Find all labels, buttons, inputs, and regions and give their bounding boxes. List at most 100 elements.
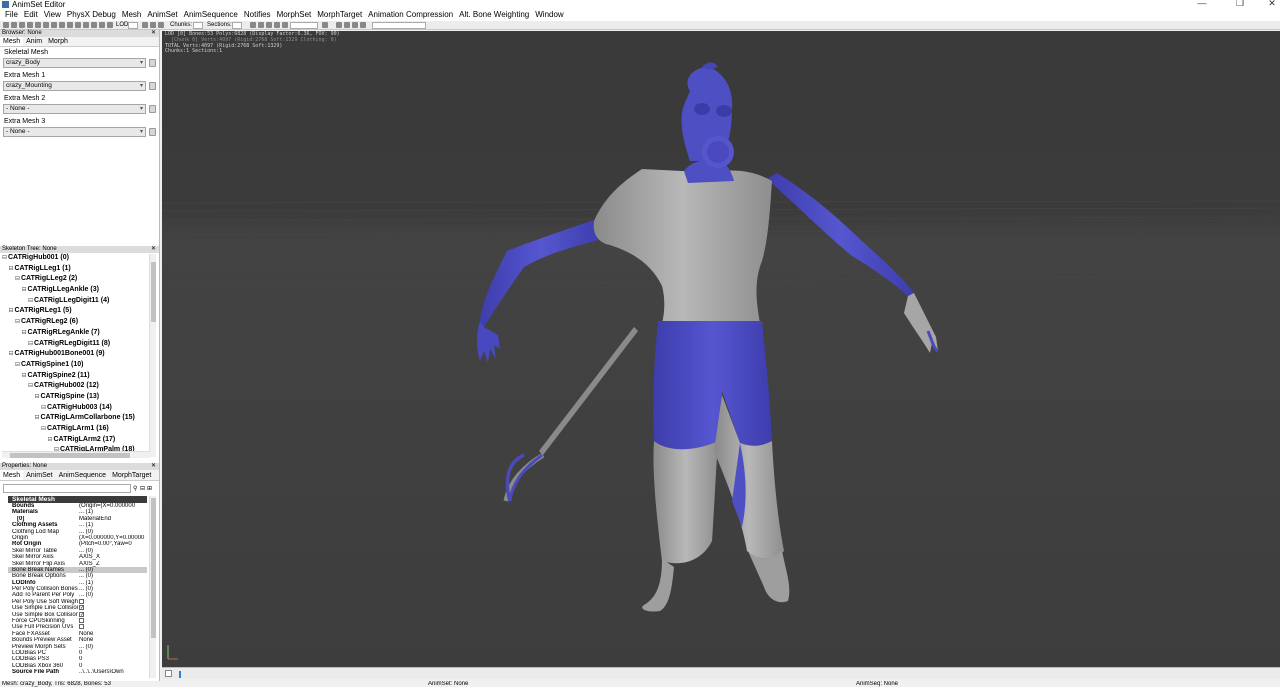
- bone-tree-item[interactable]: ⊟CATRigHub001 (0): [0, 253, 150, 264]
- bone-tree-item[interactable]: ⊟CATRigHub003 (14): [0, 403, 150, 414]
- menu-edit[interactable]: Edit: [21, 9, 41, 21]
- bone-tree-item[interactable]: ⊟CATRigRLeg2 (6): [0, 317, 150, 328]
- rate-icon[interactable]: [266, 22, 272, 28]
- bone-tree-item[interactable]: ⊟CATRigSpine (13): [0, 392, 150, 403]
- maximize-button[interactable]: ❐: [1234, 0, 1246, 8]
- camera-icon[interactable]: [274, 22, 280, 28]
- mesh-select[interactable]: - None - ▾: [3, 127, 146, 137]
- bone-tree-item[interactable]: ⊟CATRigRLeg1 (5): [0, 306, 150, 317]
- physics-icon[interactable]: [344, 22, 350, 28]
- bone-tree-item[interactable]: ⊟CATRigLLegAnkle (3): [0, 285, 150, 296]
- skeleton-hscrollbar[interactable]: [2, 451, 150, 458]
- bone-tree-item[interactable]: ⊟CATRigRLegDigit11 (8): [0, 339, 150, 350]
- menu-alt-bone-weighting[interactable]: Alt. Bone Weighting: [456, 9, 532, 21]
- menu-mesh[interactable]: Mesh: [119, 9, 145, 21]
- bone-tree-item[interactable]: ⊟CATRigLLeg2 (2): [0, 274, 150, 285]
- chevron-down-icon[interactable]: ▾: [140, 128, 143, 136]
- wind-icon[interactable]: [322, 22, 328, 28]
- use-selected-button[interactable]: [149, 105, 156, 113]
- property-checkbox[interactable]: [79, 618, 84, 624]
- 3d-viewport[interactable]: LOD [0] Bones:53 Polys:6828 (Display Fac…: [162, 31, 1280, 667]
- property-row[interactable]: Source File Path ..\..\..\Users\Own: [8, 669, 147, 675]
- ragdoll-icon[interactable]: [352, 22, 358, 28]
- mesh-select[interactable]: - None - ▾: [3, 104, 146, 114]
- wireframe-icon[interactable]: [43, 22, 49, 28]
- properties-scrollbar[interactable]: [149, 496, 156, 678]
- tangents-icon[interactable]: [59, 22, 65, 28]
- menu-view[interactable]: View: [41, 9, 64, 21]
- bone-tree-item[interactable]: ⊟CATRigSpine2 (11): [0, 371, 150, 382]
- use-selected-button[interactable]: [149, 82, 156, 90]
- sockets-icon[interactable]: [67, 22, 73, 28]
- bone-tree-item[interactable]: ⊟CATRigRLegAnkle (7): [0, 328, 150, 339]
- hscrollbar-thumb[interactable]: [10, 453, 130, 458]
- link-icon[interactable]: [336, 22, 342, 28]
- menu-window[interactable]: Window: [532, 9, 566, 21]
- speed-icon[interactable]: [158, 22, 164, 28]
- property-checkbox[interactable]: ✓: [79, 611, 84, 617]
- morph-icon[interactable]: [99, 22, 105, 28]
- close-icon[interactable]: ✕: [151, 463, 156, 470]
- menu-file[interactable]: File: [2, 9, 21, 21]
- bone-tree-item[interactable]: ⊟CATRigHub001Bone001 (9): [0, 349, 150, 360]
- tab-animsequence[interactable]: AnimSequence: [56, 470, 109, 480]
- chunks-select[interactable]: [193, 22, 203, 29]
- bounds-icon[interactable]: [75, 22, 81, 28]
- close-button[interactable]: ✕: [1266, 0, 1278, 8]
- bone-tree-item[interactable]: ⊟CATRigSpine1 (10): [0, 360, 150, 371]
- property-checkbox[interactable]: [79, 624, 84, 630]
- tab-mesh[interactable]: Mesh: [0, 470, 24, 480]
- properties-search-input[interactable]: [3, 484, 131, 493]
- open-icon[interactable]: [3, 22, 9, 28]
- redo-icon[interactable]: [27, 22, 33, 28]
- sections-select[interactable]: [232, 22, 242, 29]
- chevron-down-icon[interactable]: ▾: [140, 82, 143, 90]
- close-icon[interactable]: ✕: [151, 30, 156, 37]
- menu-morphset[interactable]: MorphSet: [274, 9, 315, 21]
- mesh-select[interactable]: crazy_Body ▾: [3, 58, 146, 68]
- timeline-loop-icon[interactable]: [175, 670, 185, 678]
- bone-tree-item[interactable]: ⊟CATRigLLegDigit11 (4): [0, 296, 150, 307]
- use-selected-button[interactable]: [149, 59, 156, 67]
- skeleton-scrollbar[interactable]: [149, 254, 156, 457]
- menu-morphtarget[interactable]: MorphTarget: [314, 9, 365, 21]
- collapse-all-icon[interactable]: ⊟: [140, 485, 147, 492]
- close-icon[interactable]: ✕: [151, 246, 156, 253]
- reset-icon[interactable]: [360, 22, 366, 28]
- mesh-select[interactable]: crazy_Mounting ▾: [3, 81, 146, 91]
- search-icon[interactable]: ⚲: [133, 485, 140, 492]
- property-checkbox[interactable]: [79, 598, 84, 604]
- minimize-button[interactable]: —: [1196, 0, 1208, 8]
- uv-icon[interactable]: [83, 22, 89, 28]
- play-icon[interactable]: [250, 22, 256, 28]
- bone-tree-item[interactable]: ⊟CATRigLArm1 (16): [0, 424, 150, 435]
- stop-icon[interactable]: [258, 22, 264, 28]
- menu-animset[interactable]: AnimSet: [144, 9, 180, 21]
- bone-tree-item[interactable]: ⊟CATRigLArm2 (17): [0, 435, 150, 446]
- chevron-down-icon[interactable]: ▾: [140, 59, 143, 67]
- expand-all-icon[interactable]: ⊞: [147, 485, 154, 492]
- loop-icon[interactable]: [150, 22, 156, 28]
- menu-physx-debug[interactable]: PhysX Debug: [64, 9, 119, 21]
- menu-animsequence[interactable]: AnimSequence: [181, 9, 241, 21]
- playrate-slider[interactable]: [290, 22, 318, 29]
- bone-tree-item[interactable]: ⊟CATRigLLeg1 (1): [0, 264, 150, 275]
- lock-icon[interactable]: [107, 22, 113, 28]
- bone-tree-item[interactable]: ⊟CATRigLArmCollarbone (15): [0, 413, 150, 424]
- grid-icon[interactable]: [282, 22, 288, 28]
- bone-icon[interactable]: [35, 22, 41, 28]
- cloth-wind-slider[interactable]: [372, 22, 426, 29]
- tab-mesh[interactable]: Mesh: [0, 37, 24, 46]
- tab-morph[interactable]: Morph: [45, 37, 71, 46]
- normals-icon[interactable]: [51, 22, 57, 28]
- chevron-down-icon[interactable]: ▾: [140, 105, 143, 113]
- save-icon[interactable]: [11, 22, 17, 28]
- tab-anim[interactable]: Anim: [23, 37, 45, 46]
- viewport-scene[interactable]: [162, 31, 1280, 667]
- pause-icon[interactable]: [142, 22, 148, 28]
- tab-morphtarget[interactable]: MorphTarget: [109, 470, 154, 480]
- scrollbar-thumb[interactable]: [151, 498, 156, 638]
- use-selected-button[interactable]: [149, 128, 156, 136]
- property-value[interactable]: ..\..\..\Users\Own: [79, 669, 147, 675]
- property-category-header[interactable]: Skeletal Mesh: [8, 496, 147, 503]
